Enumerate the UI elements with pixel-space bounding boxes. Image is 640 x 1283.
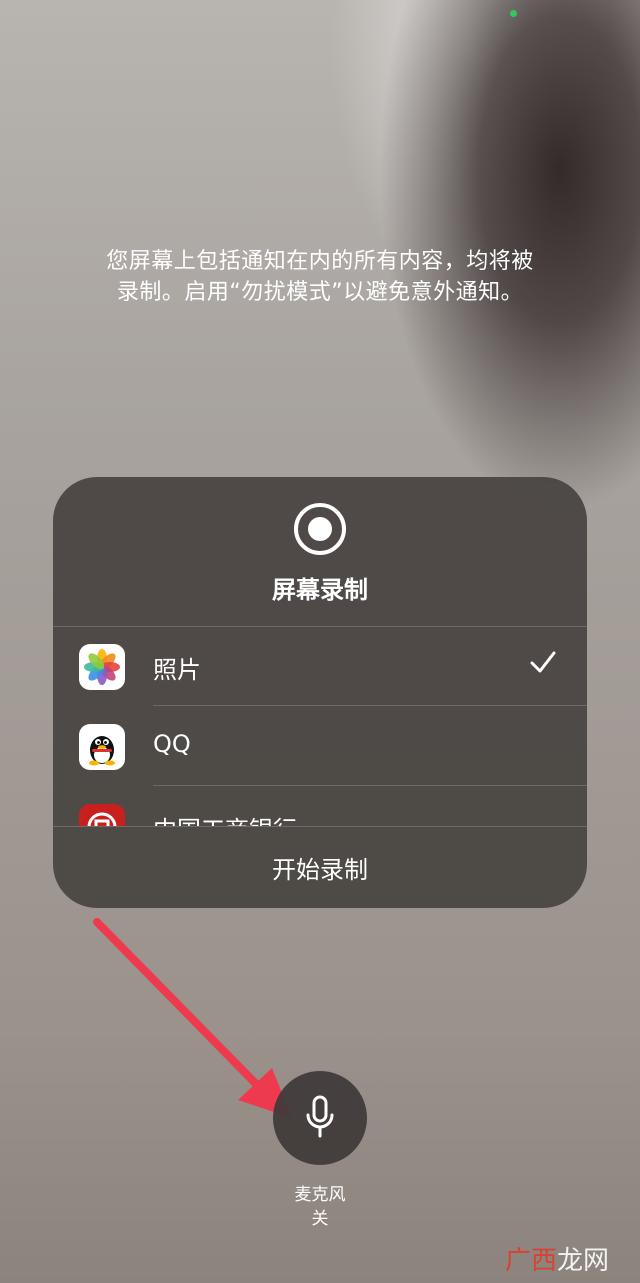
microphone-label: 麦克风 [294,1185,346,1205]
microphone-icon [306,1095,334,1138]
watermark-part-c: 龙网 [557,1246,610,1276]
microphone-toggle-button[interactable] [273,1071,367,1165]
site-watermark: 广西龙网 [505,1240,609,1277]
watermark-part-a: 广 [505,1246,532,1276]
microphone-state: 关 [311,1209,329,1229]
watermark-part-b: 西 [531,1246,558,1276]
